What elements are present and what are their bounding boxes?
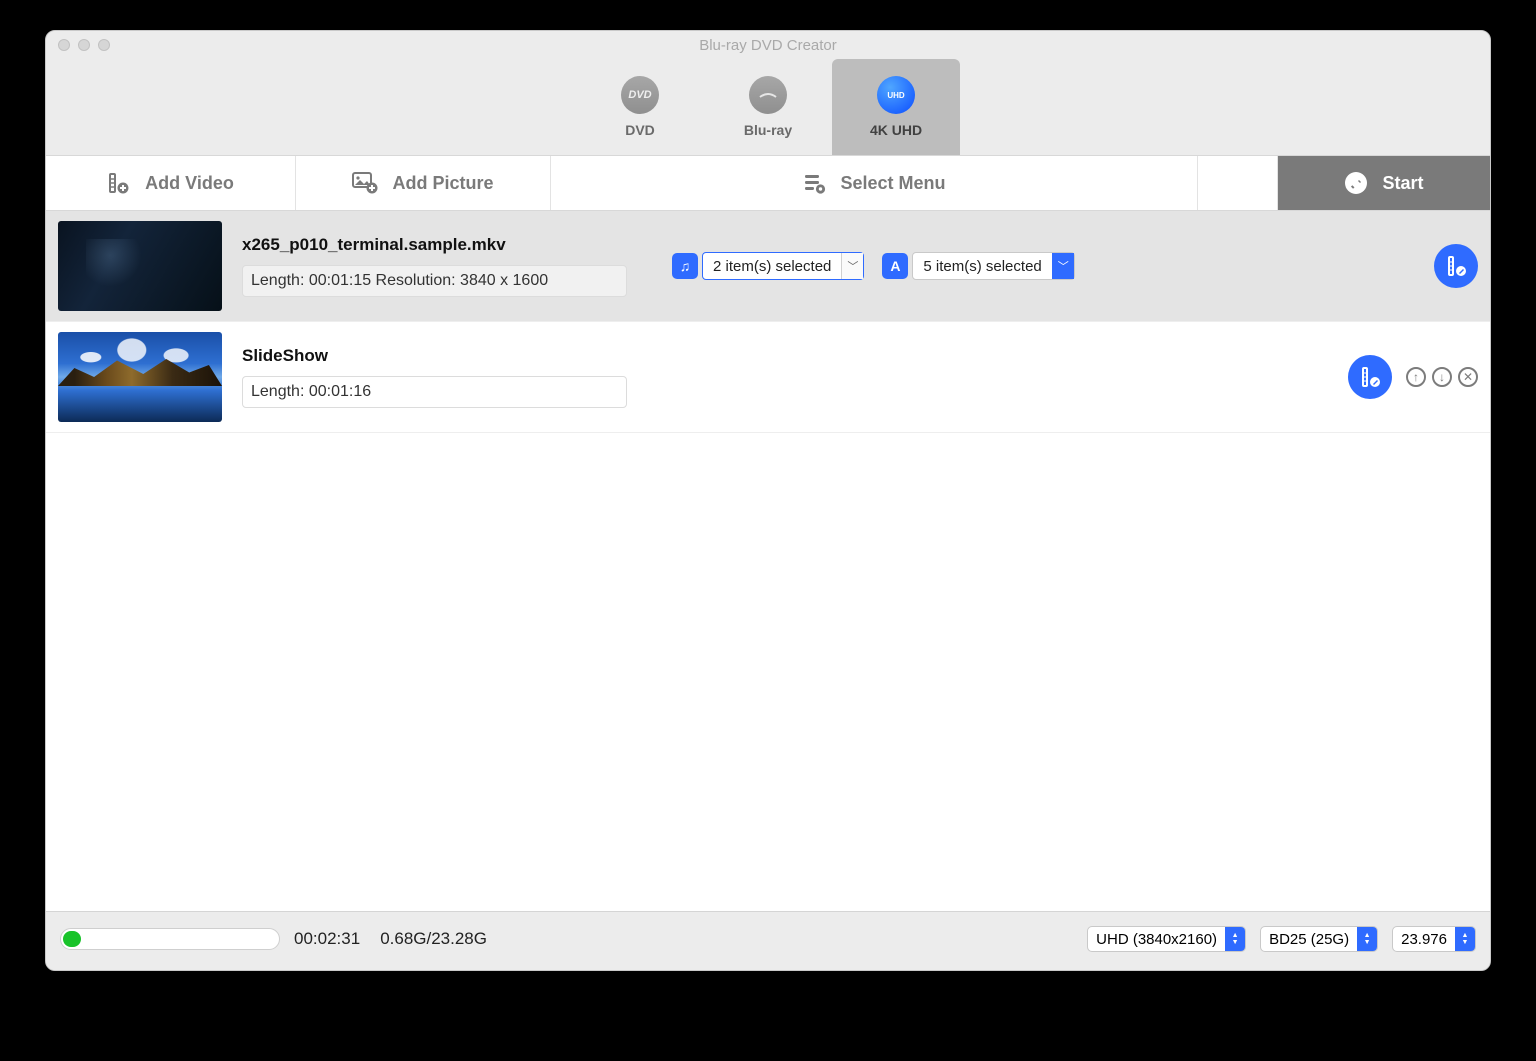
- film-add-icon: [107, 171, 131, 195]
- footer-bar: 00:02:31 0.68G/23.28G UHD (3840x2160) ▲▼…: [46, 911, 1490, 970]
- resolution-dropdown[interactable]: UHD (3840x2160) ▲▼: [1087, 926, 1246, 952]
- total-duration: 00:02:31: [294, 929, 360, 949]
- close-dot[interactable]: [58, 39, 70, 51]
- remove-button[interactable]: ✕: [1458, 367, 1478, 387]
- btn-label: Add Picture: [392, 173, 493, 194]
- start-button[interactable]: Start: [1278, 156, 1490, 210]
- track-selectors: ♫ 2 item(s) selected ﹀ A 5 item(s) selec…: [672, 252, 1075, 280]
- mode-bluray[interactable]: Blu-ray: [704, 59, 832, 155]
- chevron-down-icon: ﹀: [1052, 253, 1074, 279]
- move-down-button[interactable]: ↓: [1432, 367, 1452, 387]
- app-window: Blu-ray DVD Creator DVD DVD Blu-ray UHD …: [45, 30, 1491, 971]
- item-name: x265_p010_terminal.sample.mkv: [242, 235, 652, 255]
- chevron-down-icon: ﹀: [841, 253, 863, 279]
- menu-gear-icon: [802, 171, 826, 195]
- bluray-disc-icon: [749, 76, 787, 114]
- edit-clip-button[interactable]: [1434, 244, 1478, 288]
- mode-label: 4K UHD: [870, 122, 922, 138]
- btn-label: Add Video: [145, 173, 234, 194]
- row-actions: [1434, 244, 1478, 288]
- image-add-icon: [352, 172, 378, 194]
- burn-icon: [1344, 171, 1368, 195]
- add-picture-button[interactable]: Add Picture: [296, 156, 551, 210]
- audio-value: 2 item(s) selected: [703, 258, 841, 275]
- uhd-disc-icon: UHD: [877, 76, 915, 114]
- stepper-handle-icon: ▲▼: [1225, 927, 1245, 951]
- resolution-value: UHD (3840x2160): [1088, 931, 1225, 948]
- stepper-handle-icon: ▲▼: [1357, 927, 1377, 951]
- titlebar: Blu-ray DVD Creator: [46, 31, 1490, 59]
- slideshow-thumbnail[interactable]: [58, 332, 222, 422]
- add-video-button[interactable]: Add Video: [46, 156, 296, 210]
- item-row[interactable]: x265_p010_terminal.sample.mkv Length: 00…: [46, 211, 1490, 322]
- reorder-actions: ↑ ↓ ✕: [1406, 367, 1478, 387]
- audio-selector: ♫ 2 item(s) selected ﹀: [672, 252, 864, 280]
- item-name: SlideShow: [242, 346, 652, 366]
- move-up-button[interactable]: ↑: [1406, 367, 1426, 387]
- mode-4k-uhd[interactable]: UHD 4K UHD: [832, 59, 960, 155]
- stepper-handle-icon: ▲▼: [1455, 927, 1475, 951]
- toolbar: Add Video Add Picture Select Menu Start: [46, 155, 1490, 211]
- row-actions: ↑ ↓ ✕: [1348, 355, 1478, 399]
- video-thumbnail[interactable]: [58, 221, 222, 311]
- traffic-lights: [58, 39, 110, 51]
- audio-icon: ♫: [672, 253, 698, 279]
- mode-tabs: DVD DVD Blu-ray UHD 4K UHD: [46, 59, 1490, 155]
- item-meta: x265_p010_terminal.sample.mkv Length: 00…: [242, 235, 652, 297]
- mode-label: Blu-ray: [744, 122, 792, 138]
- toolbar-spacer: [1198, 156, 1278, 210]
- audio-dropdown[interactable]: 2 item(s) selected ﹀: [702, 252, 864, 280]
- subtitle-value: 5 item(s) selected: [913, 258, 1051, 275]
- subtitle-icon: A: [882, 253, 908, 279]
- item-info: Length: 00:01:15 Resolution: 3840 x 1600: [242, 265, 627, 297]
- select-menu-button[interactable]: Select Menu: [551, 156, 1198, 210]
- disc-value: BD25 (25G): [1261, 931, 1357, 948]
- item-row[interactable]: SlideShow Length: 00:01:16 ↑ ↓ ✕: [46, 322, 1490, 433]
- btn-label: Select Menu: [840, 173, 945, 194]
- fps-value: 23.976: [1393, 931, 1455, 948]
- mode-label: DVD: [625, 122, 655, 138]
- item-meta: SlideShow Length: 00:01:16: [242, 346, 652, 408]
- window-title: Blu-ray DVD Creator: [46, 37, 1490, 54]
- edit-clip-button[interactable]: [1348, 355, 1392, 399]
- btn-label: Start: [1382, 173, 1423, 194]
- subtitle-selector: A 5 item(s) selected ﹀: [882, 252, 1074, 280]
- dvd-disc-icon: DVD: [621, 76, 659, 114]
- item-list: x265_p010_terminal.sample.mkv Length: 00…: [46, 211, 1490, 911]
- disc-usage-bar: [60, 928, 280, 950]
- subtitle-dropdown[interactable]: 5 item(s) selected ﹀: [912, 252, 1074, 280]
- disc-usage-fill: [63, 931, 81, 947]
- fps-dropdown[interactable]: 23.976 ▲▼: [1392, 926, 1476, 952]
- zoom-dot[interactable]: [98, 39, 110, 51]
- mode-dvd[interactable]: DVD DVD: [576, 59, 704, 155]
- disc-type-dropdown[interactable]: BD25 (25G) ▲▼: [1260, 926, 1378, 952]
- minimize-dot[interactable]: [78, 39, 90, 51]
- item-info: Length: 00:01:16: [242, 376, 627, 408]
- total-size: 0.68G/23.28G: [380, 929, 487, 949]
